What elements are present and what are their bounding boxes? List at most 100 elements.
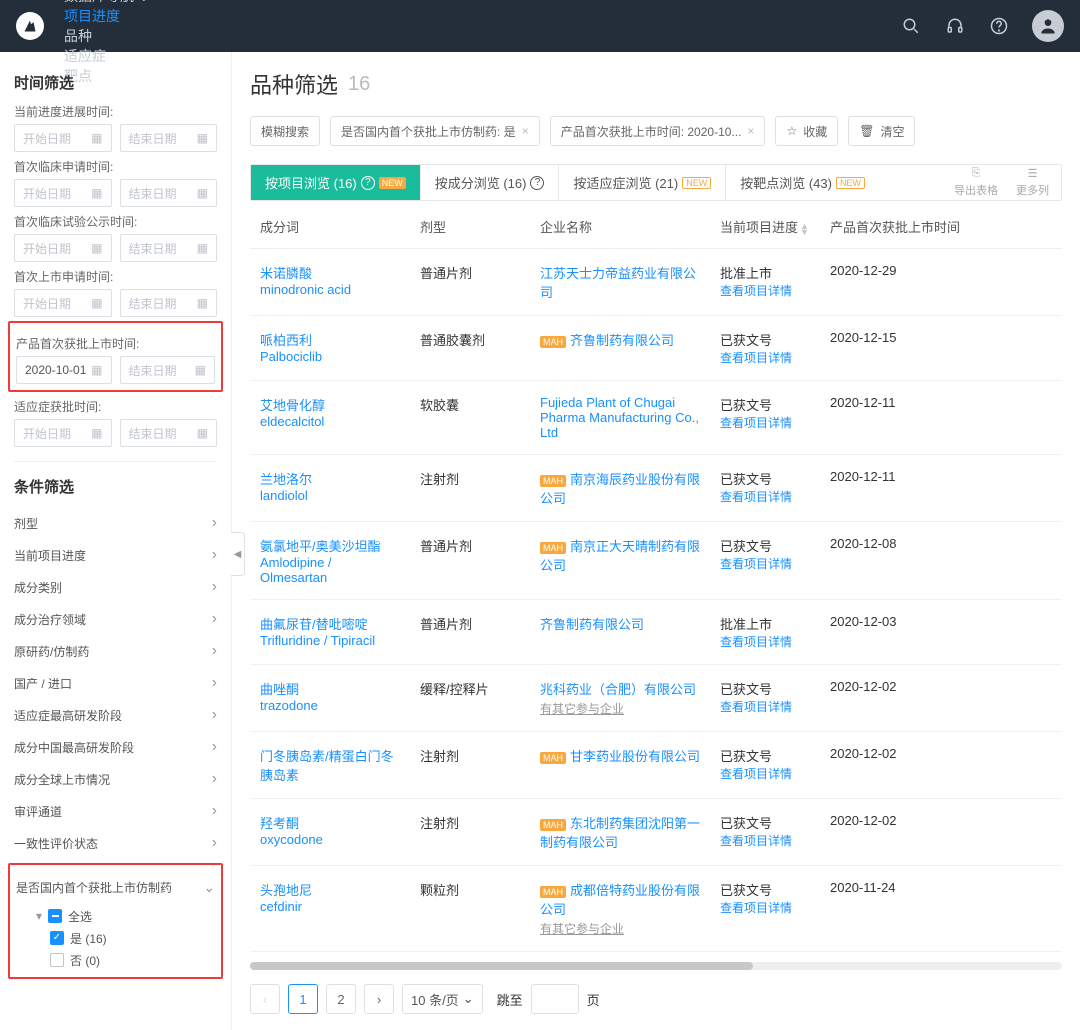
checkbox-on-icon[interactable] [50, 931, 64, 945]
horizontal-scrollbar[interactable] [250, 962, 1062, 970]
enterprise-link[interactable]: 兆科药业（合肥）有限公司 [540, 682, 696, 697]
component-zh-link[interactable]: 头孢地尼 [260, 880, 400, 899]
date-start-2[interactable]: 开始日期▦ [14, 234, 112, 262]
other-enterprises-link[interactable]: 有其它参与企业 [540, 700, 624, 717]
tab-2[interactable]: 按适应症浏览 (21)NEW [559, 165, 726, 200]
clear-chip[interactable]: 🗑清空 [848, 116, 915, 146]
avatar[interactable] [1032, 10, 1064, 42]
date-start-5[interactable]: 开始日期▦ [14, 419, 112, 447]
date-start-0[interactable]: 开始日期▦ [14, 124, 112, 152]
project-detail-link[interactable]: 查看项目详情 [720, 414, 810, 431]
component-zh-link[interactable]: 羟考酮 [260, 813, 400, 832]
filter-chip-1[interactable]: 是否国内首个获批上市仿制药: 是× [330, 116, 540, 146]
enterprise-link[interactable]: 甘李药业股份有限公司 [570, 749, 700, 764]
tree-no[interactable]: 否 (0) [22, 949, 215, 971]
component-zh-link[interactable]: 氨氯地平/奥美沙坦酯 [260, 536, 400, 555]
project-detail-link[interactable]: 查看项目详情 [720, 282, 810, 299]
project-detail-link[interactable]: 查看项目详情 [720, 488, 810, 505]
component-en-link[interactable]: eldecalcitol [260, 414, 400, 429]
date-end-0[interactable]: 结束日期▦ [120, 124, 218, 152]
checkbox-indeterminate-icon[interactable] [48, 909, 62, 923]
help-icon[interactable] [988, 15, 1010, 37]
tab-1[interactable]: 按成分浏览 (16)? [421, 165, 560, 200]
cond-first-generic[interactable]: 是否国内首个获批上市仿制药 [16, 871, 215, 903]
component-zh-link[interactable]: 兰地洛尔 [260, 469, 400, 488]
cond-2[interactable]: 成分类别 [14, 571, 217, 603]
close-icon[interactable]: × [522, 124, 529, 138]
component-en-link[interactable]: trazodone [260, 698, 400, 713]
tree-yes[interactable]: 是 (16) [22, 927, 215, 949]
th-component[interactable]: 成分词 [250, 205, 410, 249]
enterprise-link[interactable]: Fujieda Plant of Chugai Pharma Manufactu… [540, 395, 699, 440]
cond-5[interactable]: 国产 / 进口 [14, 667, 217, 699]
date-end-3[interactable]: 结束日期▦ [120, 289, 218, 317]
component-en-link[interactable]: Amlodipine / Olmesartan [260, 555, 400, 585]
component-zh-link[interactable]: 哌柏西利 [260, 330, 400, 349]
th-progress[interactable]: 当前项目进度▲▼ [710, 205, 820, 249]
date-end-2[interactable]: 结束日期▦ [120, 234, 218, 262]
project-detail-link[interactable]: 查看项目详情 [720, 349, 810, 366]
page-size-select[interactable]: 10 条/页⌄ [402, 984, 483, 1014]
component-en-link[interactable]: minodronic acid [260, 282, 400, 297]
tab-3[interactable]: 按靶点浏览 (43)NEW [726, 165, 879, 200]
component-zh-link[interactable]: 艾地骨化醇 [260, 395, 400, 414]
date-start-1[interactable]: 开始日期▦ [14, 179, 112, 207]
next-page-button[interactable]: › [364, 984, 394, 1014]
project-detail-link[interactable]: 查看项目详情 [720, 765, 810, 782]
cond-9[interactable]: 审评通道 [14, 795, 217, 827]
component-en-link[interactable]: Palbociclib [260, 349, 400, 364]
enterprise-link[interactable]: 齐鲁制药有限公司 [540, 617, 644, 632]
cond-0[interactable]: 剂型 [14, 507, 217, 539]
component-en-link[interactable]: cefdinir [260, 899, 400, 914]
th-form[interactable]: 剂型 [410, 205, 530, 249]
cond-4[interactable]: 原研药/仿制药 [14, 635, 217, 667]
component-zh-link[interactable]: 曲唑酮 [260, 679, 400, 698]
filter-chip-2[interactable]: 产品首次获批上市时间: 2020-10...× [550, 116, 766, 146]
sidebar-collapse-handle[interactable]: ◀ [231, 532, 245, 576]
tab-0[interactable]: 按项目浏览 (16)?NEW [251, 165, 421, 200]
jump-input[interactable] [531, 984, 579, 1014]
help-icon[interactable]: ? [361, 176, 375, 190]
date-start-4[interactable]: 2020-10-01▦ [16, 356, 112, 384]
cond-7[interactable]: 成分中国最高研发阶段 [14, 731, 217, 763]
enterprise-link[interactable]: 江苏天士力帝益药业有限公司 [540, 266, 696, 300]
component-zh-link[interactable]: 门冬胰岛素/精蛋白门冬胰岛素 [260, 746, 400, 784]
tree-all[interactable]: ▾全选 [22, 905, 215, 927]
headset-icon[interactable] [944, 15, 966, 37]
th-enterprise[interactable]: 企业名称 [530, 205, 710, 249]
cond-10[interactable]: 一致性评价状态 [14, 827, 217, 859]
nav-2[interactable]: 项目进度 [64, 6, 150, 26]
component-en-link[interactable]: oxycodone [260, 832, 400, 847]
project-detail-link[interactable]: 查看项目详情 [720, 832, 810, 849]
fuzzy-search-chip[interactable]: 模糊搜索 [250, 116, 320, 146]
th-date[interactable]: 产品首次获批上市时间 [820, 205, 1062, 249]
search-icon[interactable] [900, 15, 922, 37]
cond-8[interactable]: 成分全球上市情况 [14, 763, 217, 795]
close-icon[interactable]: × [747, 124, 754, 138]
project-detail-link[interactable]: 查看项目详情 [720, 633, 810, 650]
checkbox-off-icon[interactable] [50, 953, 64, 967]
logo[interactable] [16, 12, 44, 40]
page-2-button[interactable]: 2 [326, 984, 356, 1014]
cond-1[interactable]: 当前项目进度 [14, 539, 217, 571]
component-en-link[interactable]: landiolol [260, 488, 400, 503]
project-detail-link[interactable]: 查看项目详情 [720, 555, 810, 572]
other-enterprises-link[interactable]: 有其它参与企业 [540, 920, 624, 937]
export-button[interactable]: ⎘导出表格 [954, 167, 998, 198]
cond-3[interactable]: 成分治疗领域 [14, 603, 217, 635]
project-detail-link[interactable]: 查看项目详情 [720, 698, 810, 715]
help-icon[interactable]: ? [530, 176, 544, 190]
more-columns-button[interactable]: ☰更多列 [1016, 167, 1049, 198]
date-end-4[interactable]: 结束日期▦ [120, 356, 216, 384]
page-1-button[interactable]: 1 [288, 984, 318, 1014]
cond-6[interactable]: 适应症最高研发阶段 [14, 699, 217, 731]
prev-page-button[interactable]: ‹ [250, 984, 280, 1014]
project-detail-link[interactable]: 查看项目详情 [720, 899, 810, 916]
component-en-link[interactable]: Trifluridine / Tipiracil [260, 633, 400, 648]
nav-3[interactable]: 品种 [64, 26, 150, 46]
component-zh-link[interactable]: 米诺膦酸 [260, 263, 400, 282]
date-end-1[interactable]: 结束日期▦ [120, 179, 218, 207]
favorite-chip[interactable]: ☆收藏 [775, 116, 838, 146]
sort-icon[interactable]: ▲▼ [800, 223, 809, 235]
date-end-5[interactable]: 结束日期▦ [120, 419, 218, 447]
